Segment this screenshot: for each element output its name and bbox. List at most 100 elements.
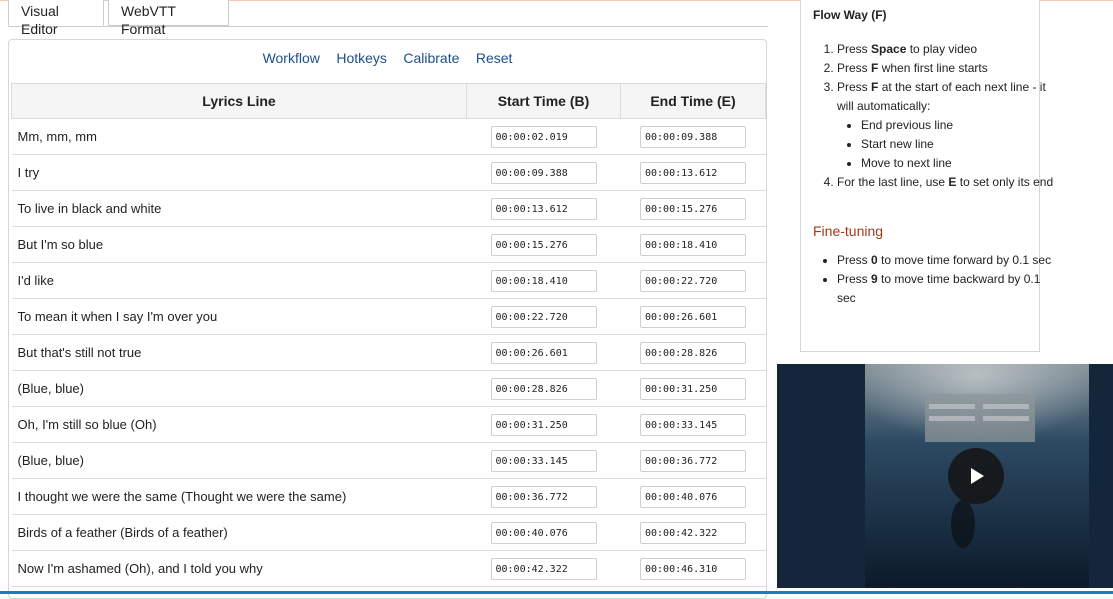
lyrics-line-cell: Birds of a feather (Birds of a feather) <box>11 514 467 551</box>
start-time-cell: 00:00:33.145 <box>466 442 621 479</box>
video-player[interactable] <box>777 364 1113 588</box>
end-time-input[interactable]: 00:00:22.720 <box>640 269 746 292</box>
calibrate-link[interactable]: Calibrate <box>403 50 459 66</box>
end-time-input[interactable]: 00:00:15.276 <box>640 197 746 220</box>
header-lyrics-line: Lyrics Line <box>11 83 467 119</box>
start-time-input[interactable]: 00:00:09.388 <box>490 161 597 184</box>
table-row: I thought we were the same (Thought we w… <box>11 478 766 515</box>
flow-steps: Press Space to play video Press F when f… <box>801 40 1057 192</box>
lyrics-line-cell: I thought we were the same (Thought we w… <box>11 478 467 515</box>
tune-item: Press 9 to move time backward by 0.1 sec <box>837 270 1057 308</box>
workflow-link[interactable]: Workflow <box>263 50 320 66</box>
lyrics-line-cell: I'd like <box>11 262 467 299</box>
end-time-input[interactable]: 00:00:33.145 <box>640 413 746 436</box>
end-time-cell: 00:00:13.612 <box>620 154 766 191</box>
start-time-input[interactable]: 00:00:13.612 <box>490 197 597 220</box>
reset-link[interactable]: Reset <box>476 50 513 66</box>
end-time-cell: 00:00:18.410 <box>620 226 766 263</box>
end-time-input[interactable]: 00:00:46.310 <box>640 557 746 580</box>
table-row: Birds of a feather (Birds of a feather) 0… <box>11 514 766 551</box>
step-1: Press Space to play video <box>837 40 1057 59</box>
end-time-input[interactable]: 00:00:31.250 <box>640 377 746 400</box>
tab-webvtt-format[interactable]: WebVTT Format <box>108 0 229 37</box>
end-time-cell: 00:00:36.772 <box>620 442 766 479</box>
start-time-cell: 00:00:13.612 <box>466 190 621 227</box>
start-time-input[interactable]: 00:00:02.019 <box>490 125 597 148</box>
end-time-input[interactable]: 00:00:09.388 <box>640 125 746 148</box>
end-time-cell: 00:00:22.720 <box>620 262 766 299</box>
start-time-input[interactable]: 00:00:42.322 <box>490 557 597 580</box>
end-time-input[interactable]: 00:00:40.076 <box>640 485 746 508</box>
lyrics-line-cell: To mean it when I say I'm over you <box>11 298 467 335</box>
end-time-input[interactable]: 00:00:42.322 <box>640 521 746 544</box>
start-time-cell: 00:00:26.601 <box>466 334 621 371</box>
lyrics-line-cell: (Blue, blue) <box>11 442 467 479</box>
step-4: For the last line, use E to set only its… <box>837 173 1057 192</box>
start-time-input[interactable]: 00:00:40.076 <box>490 521 597 544</box>
end-time-cell: 00:00:26.601 <box>620 298 766 335</box>
table-row: I try 00:00:09.388 00:00:13.612 <box>11 154 766 191</box>
sub-item: Move to next line <box>861 154 1057 173</box>
start-time-cell: 00:00:09.388 <box>466 154 621 191</box>
start-time-input[interactable]: 00:00:18.410 <box>490 269 597 292</box>
editor-tabs: Visual Editor WebVTT Format <box>8 0 768 37</box>
table-row: Oh, I'm still so blue (Oh) 00:00:31.250 00… <box>11 406 766 443</box>
table-row: But I'm so blue 00:00:15.276 00:00:18.410 <box>11 226 766 263</box>
start-time-input[interactable]: 00:00:15.276 <box>490 233 597 256</box>
visual-editor-panel: Workflow Hotkeys Calibrate Reset Lyrics … <box>8 39 767 599</box>
end-time-input[interactable]: 00:00:13.612 <box>640 161 746 184</box>
header-end-time: End Time (E) <box>620 83 766 119</box>
start-time-cell: 00:00:18.410 <box>466 262 621 299</box>
lyrics-line-cell: (Blue, blue) <box>11 370 467 407</box>
start-time-cell: 00:00:28.826 <box>466 370 621 407</box>
table-row: But that's still not true 00:00:26.601 00:… <box>11 334 766 371</box>
end-time-cell: 00:00:28.826 <box>620 334 766 371</box>
end-time-input[interactable]: 00:00:18.410 <box>640 233 746 256</box>
step-2: Press F when first line starts <box>837 59 1057 78</box>
start-time-input[interactable]: 00:00:22.720 <box>490 305 597 328</box>
start-time-input[interactable]: 00:00:28.826 <box>490 377 597 400</box>
fine-tuning-title: Fine-tuning <box>813 223 884 239</box>
lyrics-line-cell: Oh, I'm still so blue (Oh) <box>11 406 467 443</box>
table-row: (Blue, blue) 00:00:33.145 00:00:36.772 <box>11 442 766 479</box>
start-time-cell: 00:00:02.019 <box>466 118 621 155</box>
table-row: To live in black and white 00:00:13.612 00… <box>11 190 766 227</box>
hotkeys-link[interactable]: Hotkeys <box>336 50 387 66</box>
start-time-cell: 00:00:36.772 <box>466 478 621 515</box>
end-time-input[interactable]: 00:00:36.772 <box>640 449 746 472</box>
end-time-cell: 00:00:46.310 <box>620 550 766 587</box>
end-time-cell: 00:00:15.276 <box>620 190 766 227</box>
end-time-input[interactable]: 00:00:28.826 <box>640 341 746 364</box>
lyrics-line-cell: I try <box>11 154 467 191</box>
table-row: I'd like 00:00:18.410 00:00:22.720 <box>11 262 766 299</box>
table-row: (Blue, blue) 00:00:28.826 00:00:31.250 <box>11 370 766 407</box>
end-time-cell: 00:00:09.388 <box>620 118 766 155</box>
table-row: Now I'm ashamed (Oh), and I told you why… <box>11 550 766 587</box>
help-title: Flow Way (F) <box>813 8 887 22</box>
end-time-input[interactable]: 00:00:26.601 <box>640 305 746 328</box>
lyrics-line-cell: But I'm so blue <box>11 226 467 263</box>
start-time-input[interactable]: 00:00:36.772 <box>490 485 597 508</box>
table-row: To mean it when I say I'm over you 00:00:… <box>11 298 766 335</box>
lyrics-table: Lyrics Line Start Time (B) End Time (E) … <box>11 83 766 587</box>
end-time-cell: 00:00:33.145 <box>620 406 766 443</box>
start-time-cell: 00:00:42.322 <box>466 550 621 587</box>
start-time-input[interactable]: 00:00:26.601 <box>490 341 597 364</box>
play-icon <box>971 468 984 484</box>
tab-visual-editor[interactable]: Visual Editor <box>8 0 104 37</box>
lyrics-line-cell: To live in black and white <box>11 190 467 227</box>
table-row: Mm, mm, mm 00:00:02.019 00:00:09.388 <box>11 118 766 155</box>
sub-item: Start new line <box>861 135 1057 154</box>
play-button[interactable] <box>948 448 1004 504</box>
end-time-cell: 00:00:40.076 <box>620 478 766 515</box>
header-start-time: Start Time (B) <box>466 83 621 119</box>
end-time-cell: 00:00:31.250 <box>620 370 766 407</box>
table-header-row: Lyrics Line Start Time (B) End Time (E) <box>11 83 766 119</box>
fine-tuning-list: Press 0 to move time forward by 0.1 sec … <box>801 251 1057 308</box>
start-time-cell: 00:00:22.720 <box>466 298 621 335</box>
sub-item: End previous line <box>861 116 1057 135</box>
start-time-cell: 00:00:40.076 <box>466 514 621 551</box>
video-frame <box>777 364 1113 588</box>
start-time-input[interactable]: 00:00:33.145 <box>490 449 597 472</box>
start-time-input[interactable]: 00:00:31.250 <box>490 413 597 436</box>
